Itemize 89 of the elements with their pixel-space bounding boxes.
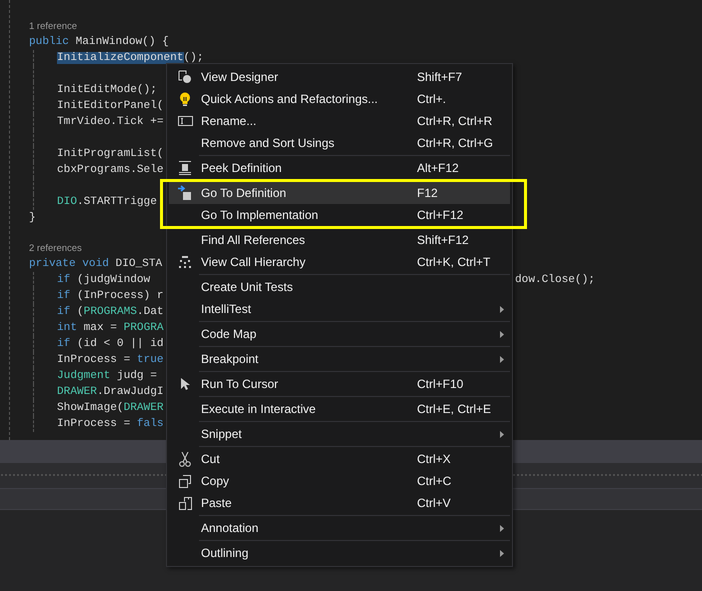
menu-item-label: Execute in Interactive [201, 401, 317, 418]
menu-item[interactable]: IntelliTest [169, 298, 510, 320]
menu-item-label: Run To Cursor [201, 376, 280, 393]
menu-item-label: Go To Definition [201, 185, 288, 202]
shortcut-text: Ctrl+K, Ctrl+T [417, 254, 490, 271]
menu-item[interactable]: Quick Actions and Refactorings... Ctrl+. [169, 88, 510, 110]
menu-item[interactable]: Cut Ctrl+X [169, 448, 510, 470]
menu-item[interactable]: Annotation [169, 517, 510, 539]
menu-item-label: Outlining [201, 545, 250, 562]
menu-item[interactable]: View Designer Shift+F7 [169, 66, 510, 88]
menu-item[interactable]: Rename... Ctrl+R, Ctrl+R [169, 110, 510, 132]
code-line: int max = PROGRA [57, 322, 164, 334]
code-line: if (id < 0 || id [57, 338, 164, 350]
menu-item[interactable]: View Call Hierarchy Ctrl+K, Ctrl+T [169, 251, 510, 273]
code-line: InProcess = fals [57, 418, 164, 430]
shortcut-text: Ctrl+F10 [417, 376, 464, 393]
code-line: TmrVideo.Tick += [57, 116, 164, 128]
shortcut-text: Ctrl+R, Ctrl+R [417, 113, 492, 130]
rename-icon [178, 116, 192, 126]
shortcut-text: Ctrl+X [417, 451, 451, 468]
call-hierarchy-icon [179, 256, 191, 268]
menu-item-label: Create Unit Tests [201, 279, 294, 296]
code-line: Judgment judg = [57, 370, 157, 382]
code-line: if (judgWindow [57, 274, 150, 286]
copy-icon [179, 474, 191, 488]
shortcut-text: Ctrl+E, Ctrl+E [417, 401, 492, 418]
menu-item-label: IntelliTest [201, 301, 252, 318]
menu-item-label: View Designer [201, 69, 280, 86]
menu-item[interactable]: Peek Definition Alt+F12 [169, 157, 510, 179]
menu-item-label: Code Map [201, 326, 258, 343]
code-line: InitializeComponent(); [57, 52, 204, 64]
menu-item-label: Annotation [201, 520, 260, 537]
menu-item[interactable]: Remove and Sort Usings Ctrl+R, Ctrl+G [169, 132, 510, 154]
shortcut-text: Ctrl+F12 [417, 207, 464, 224]
code-line: cbxPrograms.Sele [57, 164, 164, 176]
shortcut-text: Ctrl+V [417, 495, 451, 512]
code-line: if (PROGRAMS.Dat [57, 306, 164, 318]
peek-icon [179, 161, 191, 175]
code-line: private void DIO_STA [29, 258, 162, 270]
clipboard-icon [178, 496, 192, 510]
code-line: public MainWindow() { [29, 36, 169, 48]
codelens-label[interactable]: 1 reference [29, 21, 78, 32]
code-line: InitEditorPanel( [57, 100, 164, 112]
menu-item-label: Rename... [201, 113, 258, 130]
menu-item-label: Find All References [201, 232, 306, 249]
menu-item[interactable]: Code Map [169, 323, 510, 345]
code-line: if (InProcess) r [57, 290, 164, 302]
menu-item-label: Breakpoint [201, 351, 260, 368]
menu-item-label: Remove and Sort Usings [201, 135, 336, 152]
menu-item[interactable]: Find All References Shift+F12 [169, 229, 510, 251]
menu-item-label: Copy [201, 473, 230, 490]
scissors-icon [179, 452, 191, 466]
menu-item[interactable]: Copy Ctrl+C [169, 470, 510, 492]
shortcut-text: F12 [417, 185, 438, 202]
codelens-label[interactable]: 2 references [29, 243, 82, 254]
shortcut-text: Alt+F12 [417, 160, 459, 177]
shortcut-text: Shift+F12 [417, 232, 469, 249]
designer-icon [178, 70, 192, 84]
menu-item[interactable]: Go To Definition F12 [169, 182, 510, 204]
shortcut-text: Ctrl+R, Ctrl+G [417, 135, 494, 152]
menu-item[interactable]: Execute in Interactive Ctrl+E, Ctrl+E [169, 398, 510, 420]
goto-definition-icon [178, 185, 192, 201]
menu-item-label: Go To Implementation [201, 207, 320, 224]
menu-item-label: Quick Actions and Refactorings... [201, 91, 379, 108]
code-line: } [29, 212, 36, 224]
menu-item-label: Peek Definition [201, 160, 283, 177]
code-line: InProcess = true [57, 354, 164, 366]
code-line: DRAWER.DrawJudgI [57, 386, 164, 398]
shortcut-text: Ctrl+C [417, 473, 452, 490]
shortcut-text: Shift+F7 [417, 69, 462, 86]
menu-item-label: View Call Hierarchy [201, 254, 306, 271]
pointer-icon [180, 378, 190, 390]
menu-item[interactable]: Paste Ctrl+V [169, 492, 510, 514]
menu-item[interactable]: Run To Cursor Ctrl+F10 [169, 373, 510, 395]
code-line: InitProgramList( [57, 148, 164, 160]
menu-item-label: Snippet [201, 426, 243, 443]
shortcut-text: Ctrl+. [417, 91, 446, 108]
menu-item-label: Paste [201, 495, 233, 512]
menu-item[interactable]: Snippet [169, 423, 510, 445]
menu-item[interactable]: Go To Implementation Ctrl+F12 [169, 204, 510, 226]
menu-item[interactable]: Breakpoint [169, 348, 510, 370]
lightbulb-icon [179, 92, 191, 106]
menu-item-label: Cut [201, 451, 221, 468]
code-line: ShowImage(DRAWER [57, 402, 164, 414]
code-line: InitEditMode(); [57, 84, 157, 96]
menu-item[interactable]: Create Unit Tests [169, 276, 510, 298]
menu-item[interactable]: Outlining [169, 542, 510, 564]
code-line: DIO.STARTTrigge [57, 196, 157, 208]
code-text: dow.Close(); [515, 273, 595, 288]
